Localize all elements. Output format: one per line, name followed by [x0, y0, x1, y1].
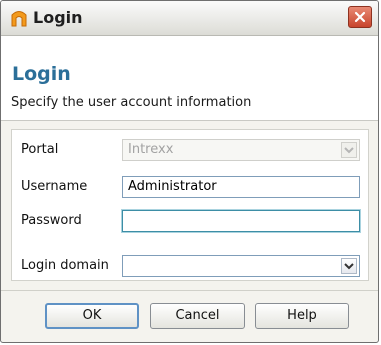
header-title: Login — [12, 63, 71, 85]
login-dialog: Login Login Specify the user account inf… — [0, 0, 379, 343]
chevron-down-icon — [344, 147, 354, 154]
close-button[interactable] — [348, 6, 372, 28]
password-field[interactable] — [121, 209, 361, 233]
portal-value: Intrexx — [128, 142, 174, 157]
login-domain-dropdown-arrow[interactable] — [341, 258, 357, 274]
portal-dropdown-arrow — [341, 142, 357, 158]
portal-label: Portal — [21, 142, 59, 157]
ok-button[interactable]: OK — [45, 303, 139, 329]
window-title: Login — [33, 8, 83, 27]
cancel-button[interactable]: Cancel — [150, 303, 245, 329]
username-value: Administrator — [128, 179, 217, 194]
header-subtitle: Specify the user account information — [11, 95, 252, 110]
dialog-header: Login Specify the user account informati… — [1, 36, 378, 121]
username-label: Username — [21, 179, 88, 194]
login-domain-select[interactable] — [122, 255, 360, 277]
help-button[interactable]: Help — [255, 303, 349, 329]
title-bar[interactable]: Login — [1, 1, 378, 36]
password-label: Password — [21, 213, 82, 228]
login-domain-label: Login domain — [21, 258, 109, 273]
intrexx-app-icon — [10, 9, 28, 27]
username-field[interactable]: Administrator — [122, 176, 360, 198]
close-icon — [354, 11, 366, 23]
portal-select: Intrexx — [122, 139, 360, 161]
chevron-down-icon — [344, 263, 354, 270]
footer-divider — [1, 290, 378, 291]
